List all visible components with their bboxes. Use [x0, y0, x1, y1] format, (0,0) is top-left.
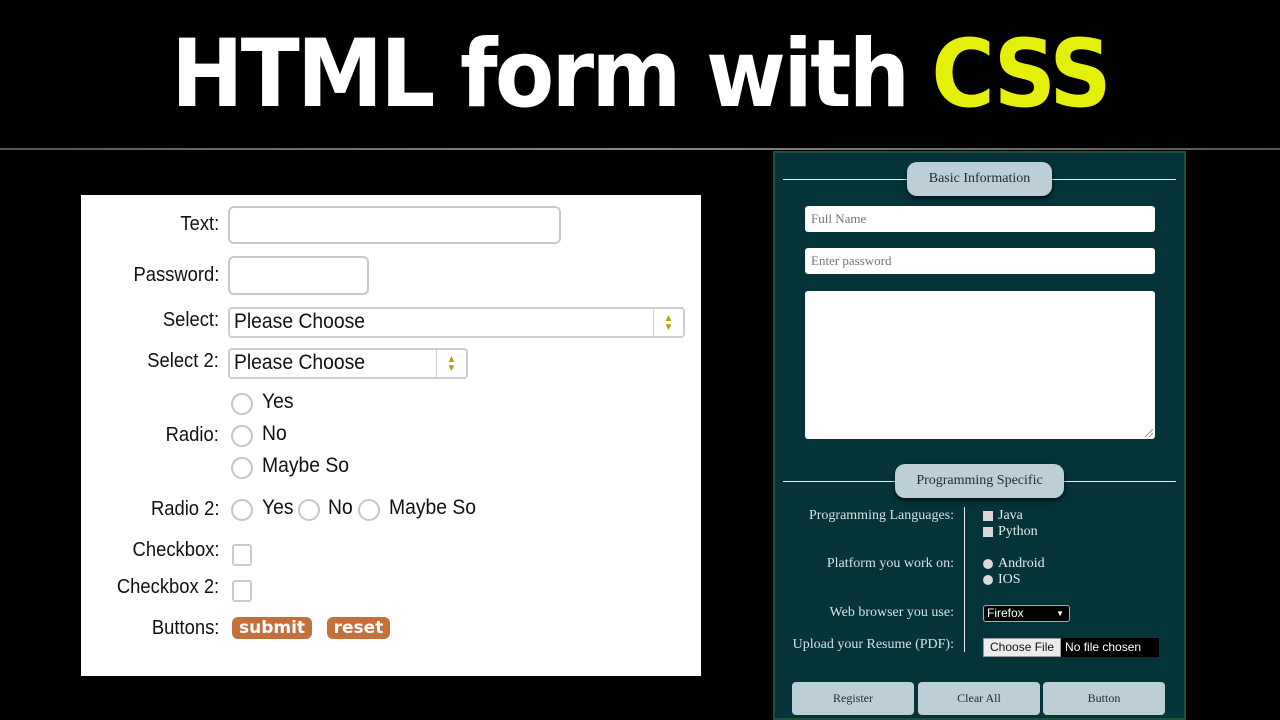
- register-button[interactable]: Register: [792, 682, 914, 715]
- language-python[interactable]: Python: [983, 524, 1038, 540]
- select-label: Select:: [162, 309, 219, 331]
- styled-registration-form: Basic Information Programming Specific P…: [773, 151, 1186, 720]
- legend-programming-specific: Programming Specific: [895, 464, 1064, 498]
- password-input-styled[interactable]: [805, 248, 1155, 274]
- title-divider: [0, 148, 1280, 150]
- ios-radio[interactable]: [983, 575, 993, 585]
- generic-button[interactable]: Button: [1043, 682, 1165, 715]
- legend-basic-information: Basic Information: [907, 162, 1052, 196]
- radio2-maybe-label: Maybe So: [389, 496, 476, 519]
- radio-label: Radio:: [165, 424, 219, 446]
- browser-value: Firefox: [987, 606, 1024, 620]
- radio2-yes-label: Yes: [262, 496, 294, 519]
- title-accent: CSS: [931, 19, 1111, 129]
- resize-handle-icon[interactable]: [1145, 429, 1153, 437]
- python-checkbox[interactable]: [983, 527, 993, 537]
- message-textarea[interactable]: [805, 291, 1155, 439]
- radio-maybe[interactable]: [231, 457, 253, 479]
- ios-label: IOS: [998, 572, 1021, 587]
- platform-android[interactable]: Android: [983, 556, 1045, 572]
- select2-label: Select 2:: [147, 350, 219, 372]
- text-label: Text:: [180, 213, 219, 235]
- password-input[interactable]: [228, 256, 369, 295]
- password-label: Password:: [133, 264, 219, 286]
- clear-all-button[interactable]: Clear All: [918, 682, 1040, 715]
- checkbox[interactable]: [232, 544, 252, 566]
- platform-label: Platform you work on:: [826, 556, 954, 571]
- platform-ios[interactable]: IOS: [983, 572, 1021, 588]
- select2-arrows-icon: ▲ ▼: [436, 350, 466, 377]
- radio-yes[interactable]: [231, 393, 253, 415]
- resume-label: Upload your Resume (PDF):: [792, 637, 954, 652]
- full-name-input[interactable]: [805, 206, 1155, 232]
- radio2-maybe[interactable]: [358, 499, 380, 521]
- checkbox2-label: Checkbox 2:: [116, 576, 219, 598]
- choose-file-button[interactable]: Choose File: [983, 638, 1062, 657]
- select2-value: Please Choose: [234, 351, 366, 374]
- java-label: Java: [998, 508, 1023, 523]
- browser-select[interactable]: Firefox ▼: [983, 605, 1070, 622]
- text-input[interactable]: [228, 206, 561, 244]
- resume-file-input[interactable]: Choose File No file chosen: [983, 638, 1160, 657]
- buttons-label: Buttons:: [151, 617, 219, 639]
- radio2-label: Radio 2:: [150, 498, 219, 520]
- dropdown-caret-icon: ▼: [1056, 609, 1064, 618]
- java-checkbox[interactable]: [983, 511, 993, 521]
- title-main: HTML form with: [171, 19, 910, 129]
- submit-button[interactable]: submit: [232, 617, 312, 639]
- checkbox-label: Checkbox:: [132, 539, 219, 561]
- basic-html-form: Text: Password: Select: Please Choose ▲ ▼…: [81, 195, 701, 676]
- radio-no-label: No: [262, 422, 287, 445]
- radio2-no[interactable]: [298, 499, 320, 521]
- file-status: No file chosen: [1061, 638, 1160, 657]
- languages-label: Programming Languages:: [808, 508, 954, 523]
- radio2-yes[interactable]: [231, 499, 253, 521]
- column-divider: [964, 507, 965, 652]
- checkbox-2[interactable]: [232, 580, 252, 602]
- reset-button[interactable]: reset: [327, 617, 390, 639]
- radio-yes-label: Yes: [262, 390, 294, 413]
- select-arrows-icon: ▲ ▼: [653, 309, 683, 336]
- browser-label: Web browser you use:: [829, 605, 954, 620]
- python-label: Python: [998, 524, 1038, 539]
- radio-maybe-label: Maybe So: [262, 454, 349, 477]
- radio-no[interactable]: [231, 425, 253, 447]
- android-label: Android: [998, 556, 1045, 571]
- page-title: HTML form with CSS: [51, 0, 1229, 148]
- language-java[interactable]: Java: [983, 508, 1023, 524]
- select-value: Please Choose: [234, 310, 366, 333]
- android-radio[interactable]: [983, 559, 993, 569]
- select-dropdown[interactable]: Please Choose ▲ ▼: [228, 307, 685, 338]
- radio2-no-label: No: [328, 496, 353, 519]
- select2-dropdown[interactable]: Please Choose ▲ ▼: [228, 348, 468, 379]
